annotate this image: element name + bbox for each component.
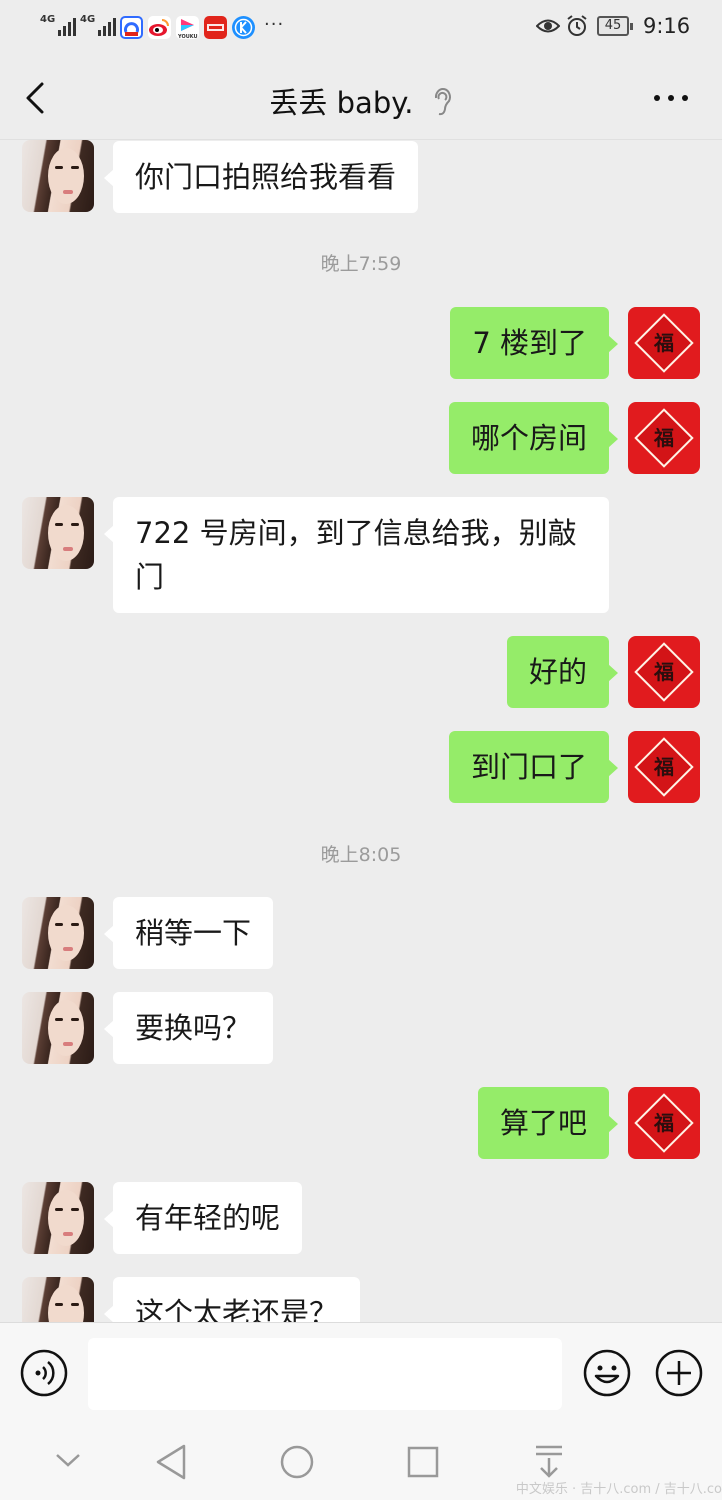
message-timestamp: 晚上7:59: [320, 253, 402, 275]
eye-comfort-icon: [536, 19, 560, 33]
self-avatar[interactable]: 福: [628, 1087, 700, 1159]
watermark-text: 中文娱乐 · 吉十八.com / 吉十八.co: [515, 1482, 722, 1497]
self-avatar[interactable]: 福: [628, 307, 700, 379]
nav-notification-icon[interactable]: [531, 1442, 567, 1482]
message-bubble-sent[interactable]: 算了吧: [477, 1087, 619, 1159]
message-bubble-sent[interactable]: 好的: [506, 636, 619, 708]
message-bubble-received[interactable]: 722 号房间，到了信息给我，别敲门: [104, 497, 609, 613]
message-bubble-received[interactable]: 这个太老还是？: [103, 1277, 361, 1322]
message-list[interactable]: 你门口拍照给我看看 晚上7:59 福 7 楼到了 福 哪个房间 722 号房间，…: [0, 140, 722, 1322]
contact-avatar[interactable]: [22, 992, 94, 1064]
weibo-app-icon: [148, 16, 171, 39]
contact-avatar[interactable]: [22, 897, 94, 969]
contact-avatar[interactable]: [22, 1277, 94, 1322]
self-avatar[interactable]: 福: [628, 402, 700, 474]
self-avatar[interactable]: 福: [628, 731, 700, 803]
notification-overflow-icon: ···: [264, 14, 285, 35]
message-bubble-received[interactable]: 有年轻的呢: [103, 1182, 303, 1254]
nav-home-icon[interactable]: [279, 1442, 315, 1482]
baidu-app-icon: [120, 16, 143, 39]
message-bubble-received[interactable]: 要换吗？: [103, 992, 274, 1064]
jingdong-app-icon: [204, 16, 227, 39]
plus-icon[interactable]: [654, 1348, 704, 1398]
kugou-app-icon: [232, 16, 255, 39]
status-clock: 9:16: [643, 14, 691, 38]
input-bar: [0, 1322, 722, 1424]
message-bubble-sent[interactable]: 7 楼到了: [450, 307, 618, 379]
message-bubble-received[interactable]: 你门口拍照给我看看: [103, 141, 419, 213]
message-bubble-sent[interactable]: 到门口了: [448, 731, 619, 803]
chat-title[interactable]: 丢丢 baby.: [269, 86, 413, 120]
nav-recents-icon[interactable]: [405, 1442, 441, 1482]
nav-back-icon[interactable]: [154, 1442, 188, 1482]
message-bubble-received[interactable]: 稍等一下: [103, 897, 274, 969]
contact-avatar[interactable]: [22, 497, 94, 569]
message-timestamp: 晚上8:05: [320, 844, 402, 866]
status-bar: 4G 4G YOUKU ··· 45 9:16: [0, 0, 722, 54]
nav-hide-icon[interactable]: [54, 1450, 82, 1470]
more-dots-icon[interactable]: [650, 86, 694, 110]
message-input[interactable]: [88, 1338, 562, 1410]
ear-icon: [434, 88, 451, 116]
alarm-icon: [567, 15, 587, 36]
battery-indicator: 45: [597, 16, 633, 36]
self-avatar[interactable]: 福: [628, 636, 700, 708]
contact-avatar[interactable]: [22, 140, 94, 212]
svg-text:YOUKU: YOUKU: [177, 34, 198, 39]
youku-app-icon: YOUKU: [176, 16, 199, 39]
chat-header: 丢丢 baby.: [0, 54, 722, 140]
contact-avatar[interactable]: [22, 1182, 94, 1254]
emoji-icon[interactable]: [582, 1348, 632, 1398]
chat-title-area: 丢丢 baby.: [0, 80, 722, 122]
message-bubble-sent[interactable]: 哪个房间: [448, 402, 619, 474]
voice-icon[interactable]: [19, 1348, 69, 1398]
